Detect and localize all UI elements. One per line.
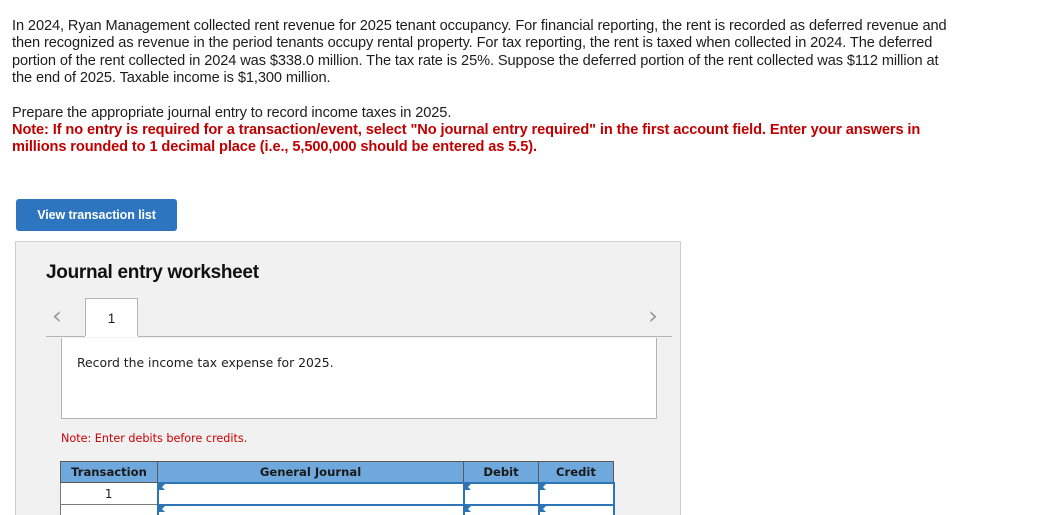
journal-entry-worksheet-panel: Journal entry worksheet ‹ › 1 Record the… bbox=[15, 241, 681, 515]
transaction-description-box: Record the income tax expense for 2025. bbox=[61, 338, 657, 419]
table-header-row: Transaction General Journal Debit Credit bbox=[60, 461, 614, 483]
page-root: In 2024, Ryan Management collected rent … bbox=[0, 0, 1057, 515]
worksheet-tab-1[interactable]: 1 bbox=[85, 298, 138, 337]
cell-transaction-2 bbox=[60, 504, 158, 515]
chevron-right-icon[interactable]: › bbox=[642, 302, 664, 332]
worksheet-tabstrip: ‹ › 1 bbox=[46, 298, 672, 337]
problem-note: Note: If no entry is required for a tran… bbox=[12, 122, 921, 156]
cell-general-journal-2[interactable] bbox=[156, 503, 465, 515]
problem-statement: In 2024, Ryan Management collected rent … bbox=[12, 18, 957, 157]
journal-entry-table: Transaction General Journal Debit Credit… bbox=[60, 461, 615, 515]
cell-debit-1[interactable] bbox=[462, 481, 540, 506]
chevron-left-icon[interactable]: ‹ bbox=[46, 302, 68, 332]
problem-paragraph-1: In 2024, Ryan Management collected rent … bbox=[12, 18, 947, 87]
problem-paragraph-2: Prepare the appropriate journal entry to… bbox=[12, 104, 452, 121]
tabstrip-baseline bbox=[46, 336, 672, 337]
view-transaction-list-button[interactable]: View transaction list bbox=[16, 199, 177, 231]
cell-credit-2[interactable] bbox=[537, 503, 615, 515]
column-header-general-journal: General Journal bbox=[157, 461, 464, 483]
active-tab-baseline-mask bbox=[85, 336, 138, 337]
column-header-debit: Debit bbox=[463, 461, 539, 483]
worksheet-title: Journal entry worksheet bbox=[46, 262, 259, 283]
debits-before-credits-note: Note: Enter debits before credits. bbox=[61, 432, 248, 445]
cell-general-journal-1[interactable] bbox=[156, 481, 465, 506]
cell-credit-1[interactable] bbox=[537, 481, 615, 506]
table-row bbox=[60, 503, 615, 515]
transaction-description-text: Record the income tax expense for 2025. bbox=[77, 355, 334, 370]
cell-transaction-1: 1 bbox=[60, 482, 158, 505]
column-header-credit: Credit bbox=[538, 461, 614, 483]
column-header-transaction: Transaction bbox=[60, 461, 158, 483]
cell-debit-2[interactable] bbox=[462, 503, 540, 515]
table-row: 1 bbox=[60, 481, 615, 506]
